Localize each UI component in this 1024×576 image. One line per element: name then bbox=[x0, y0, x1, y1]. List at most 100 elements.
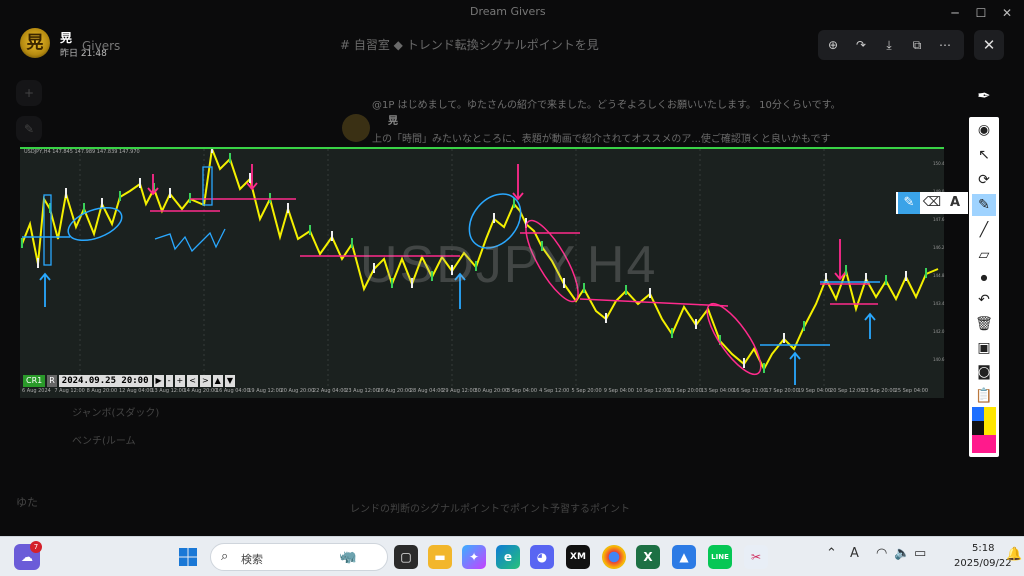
notification-bell-icon[interactable]: 🔔 bbox=[1006, 547, 1022, 562]
price-tick-label: 150.4 bbox=[933, 161, 945, 166]
edge-icon[interactable]: e bbox=[496, 545, 520, 569]
clipboard-icon[interactable]: 📋 bbox=[972, 385, 996, 407]
message-text: 上の「時間」みたいなところに、表題が動画で紹介されてオススメのア...使ご確認頂… bbox=[372, 134, 831, 145]
color-swatch[interactable] bbox=[984, 421, 996, 435]
candle bbox=[885, 275, 887, 285]
screen-icon[interactable]: ▣ bbox=[972, 337, 996, 359]
price-tick-label: 146.2 bbox=[933, 245, 945, 250]
minimize-button[interactable]: ─ bbox=[946, 4, 964, 22]
clock-time[interactable]: 5:18 bbox=[972, 543, 994, 554]
cr-label: CR1 bbox=[23, 375, 46, 387]
ime-indicator[interactable]: A bbox=[850, 546, 859, 561]
download-icon[interactable]: ⤓ bbox=[880, 36, 898, 54]
pen-sub-toolbar: ✎ ⌫ A bbox=[896, 192, 968, 214]
avatar[interactable]: 晃 bbox=[20, 28, 50, 58]
chevron-up-icon[interactable]: ⌃ bbox=[826, 546, 837, 561]
prev-button[interactable]: < bbox=[187, 375, 198, 387]
search-highlight-icon: 🦏 bbox=[339, 549, 357, 565]
candle bbox=[671, 328, 673, 338]
marker-icon[interactable]: ✎ bbox=[972, 194, 996, 216]
add-server-icon[interactable]: + bbox=[16, 80, 42, 106]
xm-icon[interactable]: XM bbox=[566, 545, 590, 569]
zoom-out-button[interactable]: - bbox=[165, 375, 173, 387]
candle bbox=[139, 178, 141, 188]
channel-item: ジャンボ(スダック) bbox=[72, 408, 160, 419]
color-swatch[interactable] bbox=[972, 435, 984, 453]
message-avatar bbox=[342, 114, 370, 142]
time-tick-label: 4 Sep 12:00 bbox=[539, 388, 570, 394]
time-tick-label: 16 Aug 04:00 bbox=[215, 388, 250, 394]
time-tick-label: 5 Sep 20:00 bbox=[571, 388, 602, 394]
down-button[interactable]: ▼ bbox=[224, 375, 235, 387]
copilot-icon[interactable]: ✦ bbox=[462, 545, 486, 569]
clock-date[interactable]: 2025/09/22 bbox=[954, 558, 1012, 569]
photos-icon[interactable]: ▲ bbox=[672, 545, 696, 569]
explorer-icon[interactable]: ▬ bbox=[428, 545, 452, 569]
pen-nib-icon[interactable]: ✒ bbox=[975, 86, 993, 110]
candle bbox=[37, 258, 39, 268]
play-button[interactable]: ▶ bbox=[153, 375, 164, 387]
pen-icon[interactable]: ✎ bbox=[16, 116, 42, 142]
zoom-in-button[interactable]: + bbox=[174, 375, 186, 387]
trash-icon[interactable]: 🗑 bbox=[972, 313, 996, 335]
close-viewer-button[interactable]: ✕ bbox=[974, 30, 1004, 60]
user-panel: ゆた bbox=[16, 496, 38, 509]
chart-status-bar: CR1 R 2024.09.25 20:00 ▶ - + < > ▲ ▼ bbox=[23, 375, 235, 387]
color-swatches[interactable] bbox=[972, 407, 996, 453]
close-window-button[interactable]: ✕ bbox=[998, 4, 1016, 22]
candle bbox=[189, 193, 191, 203]
open-external-icon[interactable]: ⧉ bbox=[908, 36, 926, 54]
line-icon[interactable]: LINE bbox=[708, 545, 732, 569]
candle bbox=[695, 319, 697, 329]
time-tick-label: 30 Aug 20:00 bbox=[474, 388, 509, 394]
author-name[interactable]: 晃 bbox=[60, 29, 72, 46]
candle bbox=[269, 193, 271, 203]
pen-toolbar: ◉ ↖ ⟳ ✎ ╱ ▱ ● ↶ 🗑 ▣ ◙ 📋 bbox=[969, 117, 999, 457]
zoom-icon[interactable]: ⊕ bbox=[824, 36, 842, 54]
rotate-icon[interactable]: ⟳ bbox=[972, 169, 996, 191]
eye-icon[interactable]: ◉ bbox=[972, 119, 996, 141]
undo-icon[interactable]: ↶ bbox=[972, 289, 996, 311]
taskbar-search[interactable]: ⌕ 検索 🦏 bbox=[210, 543, 388, 571]
rotate-icon[interactable]: ↷ bbox=[852, 36, 870, 54]
wifi-icon[interactable]: ◠ bbox=[876, 546, 887, 561]
start-icon[interactable] bbox=[178, 547, 198, 567]
color-swatch[interactable] bbox=[984, 407, 996, 421]
excel-icon[interactable]: X bbox=[636, 545, 660, 569]
taskbar: ☁ 7 ⌕ 検索 🦏 ▢ ▬ ✦ e ◕ XM X ▲ LINE ✂ ⌃ A ◠… bbox=[0, 536, 1024, 576]
discord-icon[interactable]: ◕ bbox=[530, 545, 554, 569]
maximize-button[interactable]: ☐ bbox=[972, 4, 990, 22]
color-swatch[interactable] bbox=[972, 421, 984, 435]
volume-icon[interactable]: 🔈 bbox=[894, 546, 910, 561]
color-swatch[interactable] bbox=[972, 407, 984, 421]
channel-item: ベンチ(ルーム bbox=[72, 436, 136, 447]
snipping-tool-icon[interactable]: ✂ bbox=[744, 545, 768, 569]
time-tick-label: 8 Aug 20:00 bbox=[86, 388, 118, 394]
viewer-toolbar: ⊕ ↷ ⤓ ⧉ ⋯ bbox=[818, 30, 964, 60]
candle bbox=[249, 173, 251, 183]
highlighter-icon[interactable]: ✎ bbox=[898, 192, 920, 214]
task-view-icon[interactable]: ▢ bbox=[394, 545, 418, 569]
text-tool-icon[interactable]: A bbox=[944, 192, 966, 214]
next-button[interactable]: > bbox=[199, 375, 211, 387]
color-swatch[interactable] bbox=[984, 435, 996, 453]
time-tick-label: 20 Sep 12:00 bbox=[830, 388, 864, 394]
time-tick-label: 16 Sep 12:00 bbox=[733, 388, 767, 394]
price-tick-label: 142.0 bbox=[933, 329, 945, 334]
battery-icon[interactable]: ▭ bbox=[914, 546, 926, 561]
candle bbox=[169, 188, 171, 198]
up-button[interactable]: ▲ bbox=[212, 375, 223, 387]
more-icon[interactable]: ⋯ bbox=[936, 36, 954, 54]
pen-icon[interactable]: ╱ bbox=[972, 219, 996, 241]
cursor-icon[interactable]: ↖ bbox=[972, 144, 996, 166]
chrome-icon[interactable] bbox=[602, 545, 626, 569]
time-tick-label: 19 Aug 12:00 bbox=[248, 388, 282, 394]
time-tick-label: 23 Aug 12:00 bbox=[345, 388, 379, 394]
candle bbox=[605, 313, 607, 323]
time-tick-label: 13 Sep 04:00 bbox=[700, 388, 735, 394]
time-tick-label: 19 Sep 04:00 bbox=[797, 388, 832, 394]
dot-icon[interactable]: ● bbox=[972, 267, 996, 289]
eraser-icon[interactable]: ⌫ bbox=[921, 192, 943, 214]
eraser-icon[interactable]: ▱ bbox=[972, 244, 996, 266]
camera-icon[interactable]: ◙ bbox=[972, 361, 996, 383]
